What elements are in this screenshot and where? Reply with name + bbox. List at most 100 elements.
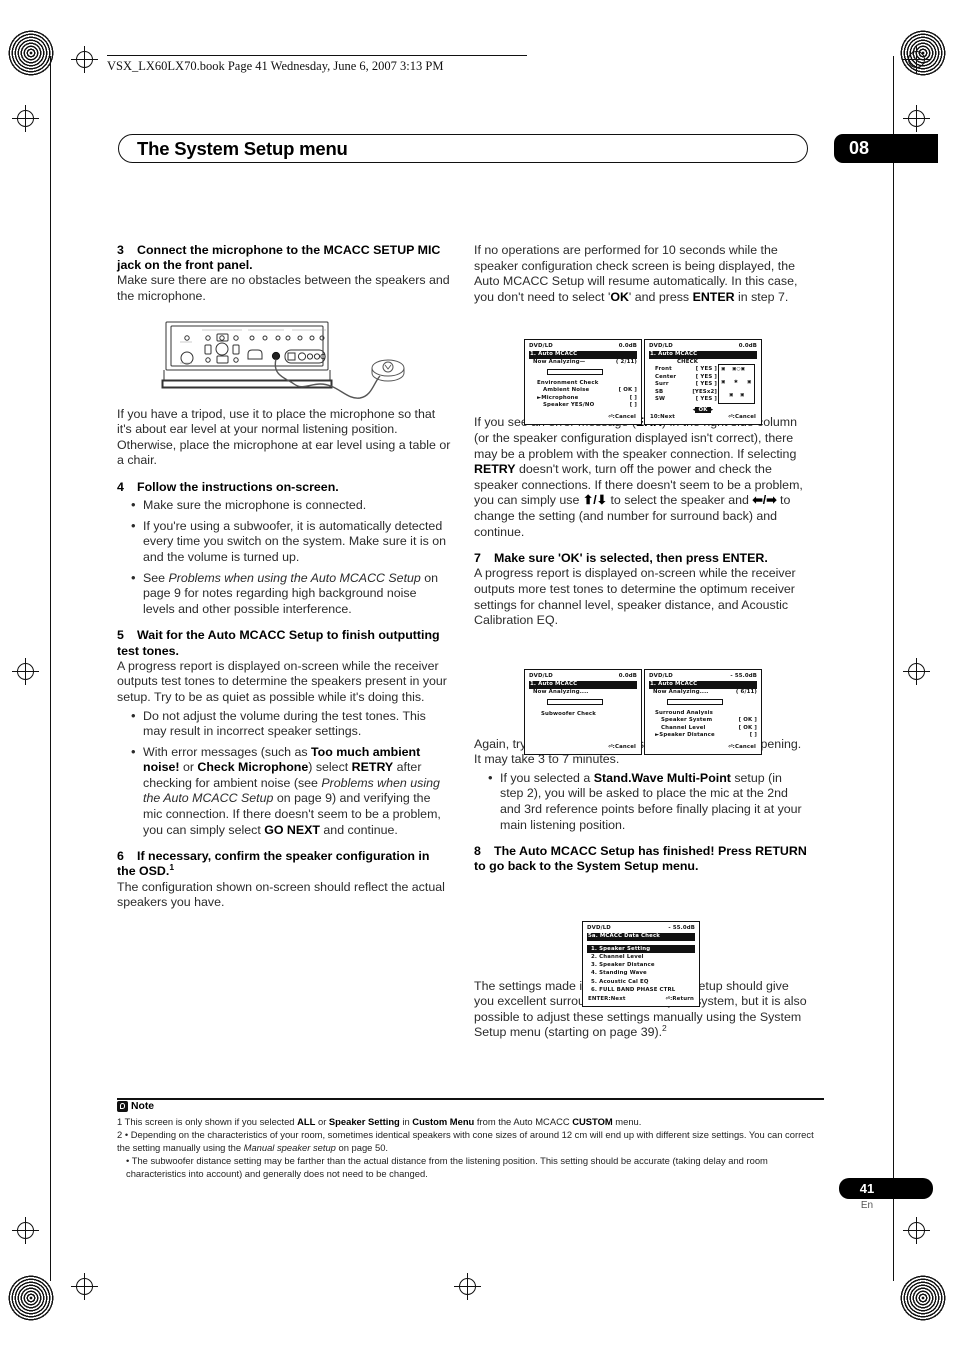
osd1-cursor-icon: ►Microphone [537,394,579,401]
speaker-icon-center: ▣○▣ [732,367,746,372]
footnote-ref-2: 2 [662,1023,667,1034]
osd2-row: SW [ YES ] [649,396,717,403]
footnote-2b: • The subwoofer distance setting may be … [126,1155,768,1179]
osd1-section: Environment Check [537,379,599,386]
osd1-status-row: Now Analyzing— ( 2/11) [529,359,637,366]
osd1-explanation: If you see an error message (ERR) in the… [474,415,803,539]
step-7-heading-text: Make sure 'OK' is selected, then press E… [494,551,768,566]
osd2-next-hint: 10:Next [650,414,675,420]
page-language-label: En [860,1200,874,1211]
osd2-right-arrow-icon: ▸ [710,407,714,413]
osd3-cancel-hint: ⏎:Cancel [607,744,636,750]
osd2-row-value: [YESx2] [692,388,717,395]
osd2-row: Front [ YES ] [649,366,717,373]
registration-mark-center-left [12,658,39,685]
step-4-heading: 4 Follow the instructions on-screen. [117,480,451,495]
step-6-body: The configuration shown on-screen should… [117,879,445,910]
list-item: If you're using a subwoofer, it is autom… [131,518,451,566]
osd5-menu-item-channel-level[interactable]: 2. Channel Level [587,953,695,961]
note-divider [117,1098,824,1101]
receiver-microphone-illustration [160,318,410,410]
osd2-row: SB [YESx2] [649,389,717,396]
osd2-source: DVD/LD [649,343,673,349]
osd5-header: DVD/LD - 55.0dB [587,925,695,932]
osd2-level: 0.0dB [738,343,757,349]
osd5-menu-item-speaker-distance[interactable]: 3. Speaker Distance [587,961,695,969]
osd1-progress-bar [547,368,603,375]
osd4-cursor-icon: ►Speaker Distance [655,732,715,739]
osd4-cancel-label: :Cancel [732,744,756,750]
osd5-source: DVD/LD [587,925,611,931]
osd1-source: DVD/LD [529,343,553,349]
osd-screen-speaker-check: DVD/LD 0.0dB 1. Auto MCACC CHECK Front [… [644,339,762,425]
running-head: VSX_LX60LX70.book Page 41 Wednesday, Jun… [107,55,527,74]
osd5-menu-item-acoustic-cal-eq[interactable]: 5. Acoustic Cal EQ [587,978,695,986]
speaker-icon-front-left: ▣ [721,367,726,372]
step-5-heading: 5 Wait for the Auto MCACC Setup to finish… [117,628,451,658]
footnote-2a: 2 • Depending on the characteristics of … [117,1129,814,1153]
osd3-level: 0.0dB [618,673,637,679]
osd4-row-value: [ OK ] [738,717,757,724]
step-3-body: Make sure there are no obstacles between… [117,273,450,303]
osd5-menu-item-standing-wave[interactable]: 4. Standing Wave [587,969,695,977]
osd4-section: Surround Analysis [655,709,713,716]
osd1-row: Ambient Noise [ OK ] [529,387,637,394]
speaker-layout-diagram: ▣ ▣○▣ ▣ ✱ ▣ ▣ ▣ [718,364,755,404]
osd1-row: ►Microphone [ ] [529,395,637,402]
speaker-icon-surround-left: ▣ [721,380,726,385]
footnote-1: 1 This screen is only shown if you selec… [117,1116,642,1127]
registration-mark-mid-right [903,105,930,132]
osd5-enter-hint: ENTER:Next [588,996,626,1002]
osd2-row: Surr [ YES ] [649,381,717,388]
registration-mark-top-left [71,46,98,73]
osd1-row-value: [ ] [629,402,637,409]
osd5-return-hint: ⏎:Return [665,996,694,1002]
osd1-level: 0.0dB [618,343,637,349]
step-3-tripod-text: If you have a tripod, use it to place th… [117,406,451,468]
note-heading: Note [117,1101,154,1112]
right-intro-paragraph: If no operations are performed for 10 se… [474,243,798,304]
step-5-bullet-list: Do not adjust the volume during the test… [117,708,451,839]
osd2-ok-button[interactable]: OK [695,407,711,413]
list-item: Make sure the microphone is connected. [131,497,451,514]
osd5-menu-item-speaker-setting[interactable]: 1. Speaker Setting [587,944,695,953]
listener-icon: ✱ [734,380,738,385]
step-8-number: 8 [474,844,481,859]
registration-mark-lower-right [903,1217,930,1244]
osd2-row-label: SW [655,395,666,402]
step-3-heading: 3 Connect the microphone to the MCACC SET… [117,243,451,273]
osd2-header: DVD/LD 0.0dB [649,343,757,350]
osd5-return-label: :Return [670,996,694,1002]
osd3-title: 1. Auto MCACC [529,680,637,689]
osd2-row-value: [ YES ] [695,373,717,380]
osd2-row-value: [ YES ] [695,366,717,373]
osd3-progress-bar [547,698,603,705]
osd2-ok-row[interactable]: ◂OK▸ [645,407,761,413]
speaker-icon-surround-back-right: ▣ [740,393,745,398]
list-item: With error messages (such as Too much am… [131,744,451,839]
osd5-menu-item-full-band-phase-ctrl[interactable]: 6. FULL BAND PHASE CTRL [587,986,695,994]
osd4-row: Speaker System [ OK ] [649,717,757,724]
osd2-row-value: [ YES ] [695,395,717,402]
registration-mark-center-right [903,658,930,685]
printer-corner-mark-top-right [900,30,946,76]
list-item: Do not adjust the volume during the test… [131,708,451,740]
osd4-row-value: [ OK ] [738,724,757,731]
step-6-heading-text: If necessary, confirm the speaker config… [117,849,429,878]
step-5-number: 5 [117,628,124,643]
osd4-progress-bar [667,698,723,705]
registration-mark-lower-left [12,1217,39,1244]
registration-mark-bottom-left [71,1273,98,1300]
footnote-ref-1: 1 [169,862,175,873]
step-8-heading: 8 The Auto MCACC Setup has finished! Pres… [474,844,808,874]
osd4-row: ►Speaker Distance [ ] [649,732,757,739]
osd1-row-value: [ ] [629,394,637,401]
osd4-row-label: Channel Level [661,724,706,731]
osd4-row: Channel Level [ OK ] [649,725,757,732]
crop-mark-right [893,56,894,1281]
osd2-title: 1. Auto MCACC [649,350,757,359]
osd2-row: Center [ YES ] [649,374,717,381]
osd3-status: Now Analyzing.... [533,688,589,695]
osd1-row: Speaker YES/NO [ ] [529,402,637,409]
step-4-bullet-list: Make sure the microphone is connected. I… [117,497,451,617]
